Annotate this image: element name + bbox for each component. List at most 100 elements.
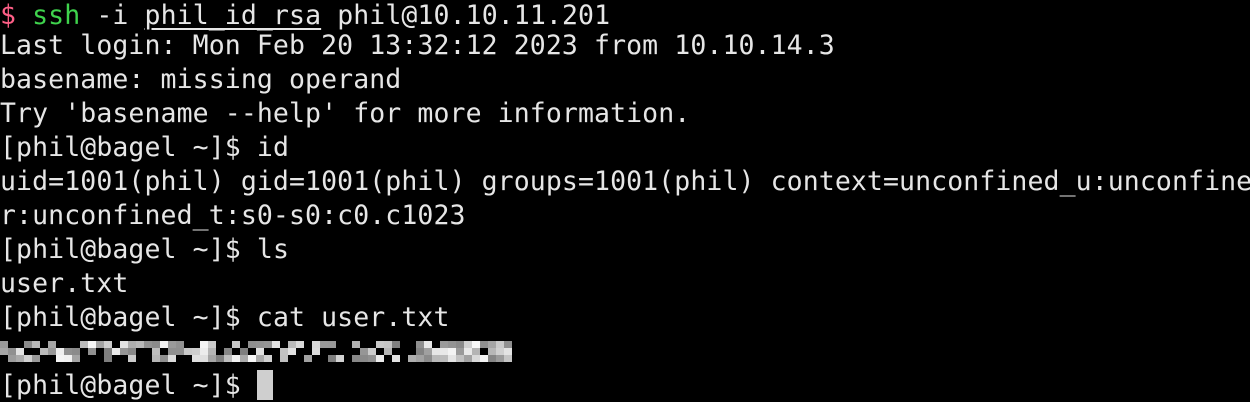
redaction-pixel — [424, 348, 432, 355]
redaction-pixel — [472, 355, 480, 362]
redaction-pixel — [88, 348, 96, 355]
redaction-pixel — [232, 355, 240, 362]
redaction-pixel — [272, 341, 280, 348]
redaction-pixel — [432, 348, 440, 355]
redaction-pixel — [176, 348, 184, 355]
redaction-pixel — [432, 355, 440, 362]
ssh-target: phil@10.10.11.201 — [337, 0, 611, 31]
last-login-line: Last login: Mon Feb 20 13:32:12 2023 fro… — [0, 30, 835, 61]
redaction-pixel — [72, 355, 80, 362]
redaction-pixel — [456, 341, 464, 348]
redaction-pixel — [128, 341, 136, 348]
redaction-pixel — [136, 341, 144, 348]
text-cursor[interactable] — [256, 370, 273, 400]
redaction-pixel — [0, 348, 8, 355]
redaction-pixel — [376, 355, 384, 362]
redaction-pixel — [440, 355, 448, 362]
redaction-pixel — [160, 341, 168, 348]
command-cat: cat user.txt — [256, 302, 450, 333]
shell-prompt: [phil@bagel ~]$ — [0, 234, 241, 265]
redaction-pixel — [24, 341, 32, 348]
redaction-pixel — [40, 348, 48, 355]
redaction-pixel — [104, 348, 112, 355]
redaction-pixel — [16, 355, 24, 362]
redaction-pixel — [448, 355, 456, 362]
prompt-line-current: [phil@bagel ~]$ — [0, 369, 273, 402]
redaction-pixel — [200, 355, 208, 362]
redaction-pixel — [152, 355, 160, 362]
redaction-pixel — [208, 341, 216, 348]
redaction-pixel — [144, 341, 152, 348]
redaction-pixel — [464, 355, 472, 362]
redaction-pixel — [232, 341, 240, 348]
redaction-pixel — [448, 341, 456, 348]
redaction-pixel — [336, 355, 344, 362]
redaction-pixel — [256, 355, 264, 362]
shell-prompt: [phil@bagel ~]$ — [0, 370, 241, 401]
redaction-pixel — [328, 355, 336, 362]
shell-prompt: [phil@bagel ~]$ — [0, 132, 241, 163]
redaction-pixel — [280, 348, 288, 355]
redaction-pixel — [464, 341, 472, 348]
redaction-pixel — [352, 341, 360, 348]
redaction-pixel — [48, 348, 56, 355]
redaction-pixel — [368, 348, 376, 355]
redaction-pixel — [472, 348, 480, 355]
redaction-pixel — [64, 355, 72, 362]
redaction-pixel — [112, 348, 120, 355]
redaction-pixel — [496, 355, 504, 362]
redaction-pixel — [104, 355, 112, 362]
redaction-pixel — [32, 341, 40, 348]
redaction-pixel — [128, 348, 136, 355]
redaction-pixel — [168, 348, 176, 355]
redaction-pixel — [416, 341, 424, 348]
redaction-pixel — [456, 348, 464, 355]
redaction-pixel — [408, 355, 416, 362]
redaction-pixel — [168, 341, 176, 348]
id-output-line-1: uid=1001(phil) gid=1001(phil) groups=100… — [0, 166, 1250, 197]
redaction-pixel — [192, 355, 200, 362]
redaction-pixel — [320, 341, 328, 348]
redaction-pixel — [480, 355, 488, 362]
command-ls: ls — [256, 234, 289, 265]
basename-help-line: Try 'basename --help' for more informati… — [0, 98, 691, 129]
redaction-pixel — [48, 341, 56, 348]
redaction-pixel — [216, 355, 224, 362]
redaction-pixel — [0, 341, 8, 348]
redaction-pixel — [120, 341, 128, 348]
redaction-pixel — [360, 348, 368, 355]
redaction-pixel — [488, 341, 496, 348]
redaction-pixel — [72, 348, 80, 355]
redaction-pixel — [104, 341, 112, 348]
redaction-pixel — [504, 341, 512, 348]
redaction-pixel — [152, 348, 160, 355]
redaction-pixel — [184, 348, 192, 355]
redaction-pixel — [312, 341, 320, 348]
terminal-window[interactable]: $ ssh -i phil_id_rsa phil@10.10.11.201 L… — [0, 0, 1250, 402]
keyfile-path[interactable]: phil_id_rsa — [145, 0, 322, 31]
redaction-pixel — [80, 341, 88, 348]
shell-dollar-sign: $ — [0, 0, 17, 31]
redaction-pixel — [208, 348, 216, 355]
redaction-pixel — [288, 348, 296, 355]
redaction-pixel — [248, 341, 256, 348]
redaction-pixel — [200, 348, 208, 355]
redaction-pixel — [312, 348, 320, 355]
redaction-pixel — [440, 341, 448, 348]
redaction-pixel — [88, 341, 96, 348]
redaction-pixel — [304, 355, 312, 362]
id-output-line-2: r:unconfined_t:s0-s0:c0.c1023 — [0, 200, 466, 231]
redaction-pixel — [480, 341, 488, 348]
redaction-pixel — [240, 348, 248, 355]
basename-error-line: basename: missing operand — [0, 64, 402, 95]
redaction-pixel — [128, 355, 136, 362]
redaction-pixel — [488, 348, 496, 355]
redaction-pixel — [504, 355, 512, 362]
redaction-pixel — [248, 355, 256, 362]
redaction-pixel — [448, 348, 456, 355]
redaction-pixel — [416, 348, 424, 355]
redaction-pixel — [360, 355, 368, 362]
redaction-pixel — [224, 348, 232, 355]
redaction-pixel — [208, 355, 216, 362]
redaction-pixel — [328, 341, 336, 348]
